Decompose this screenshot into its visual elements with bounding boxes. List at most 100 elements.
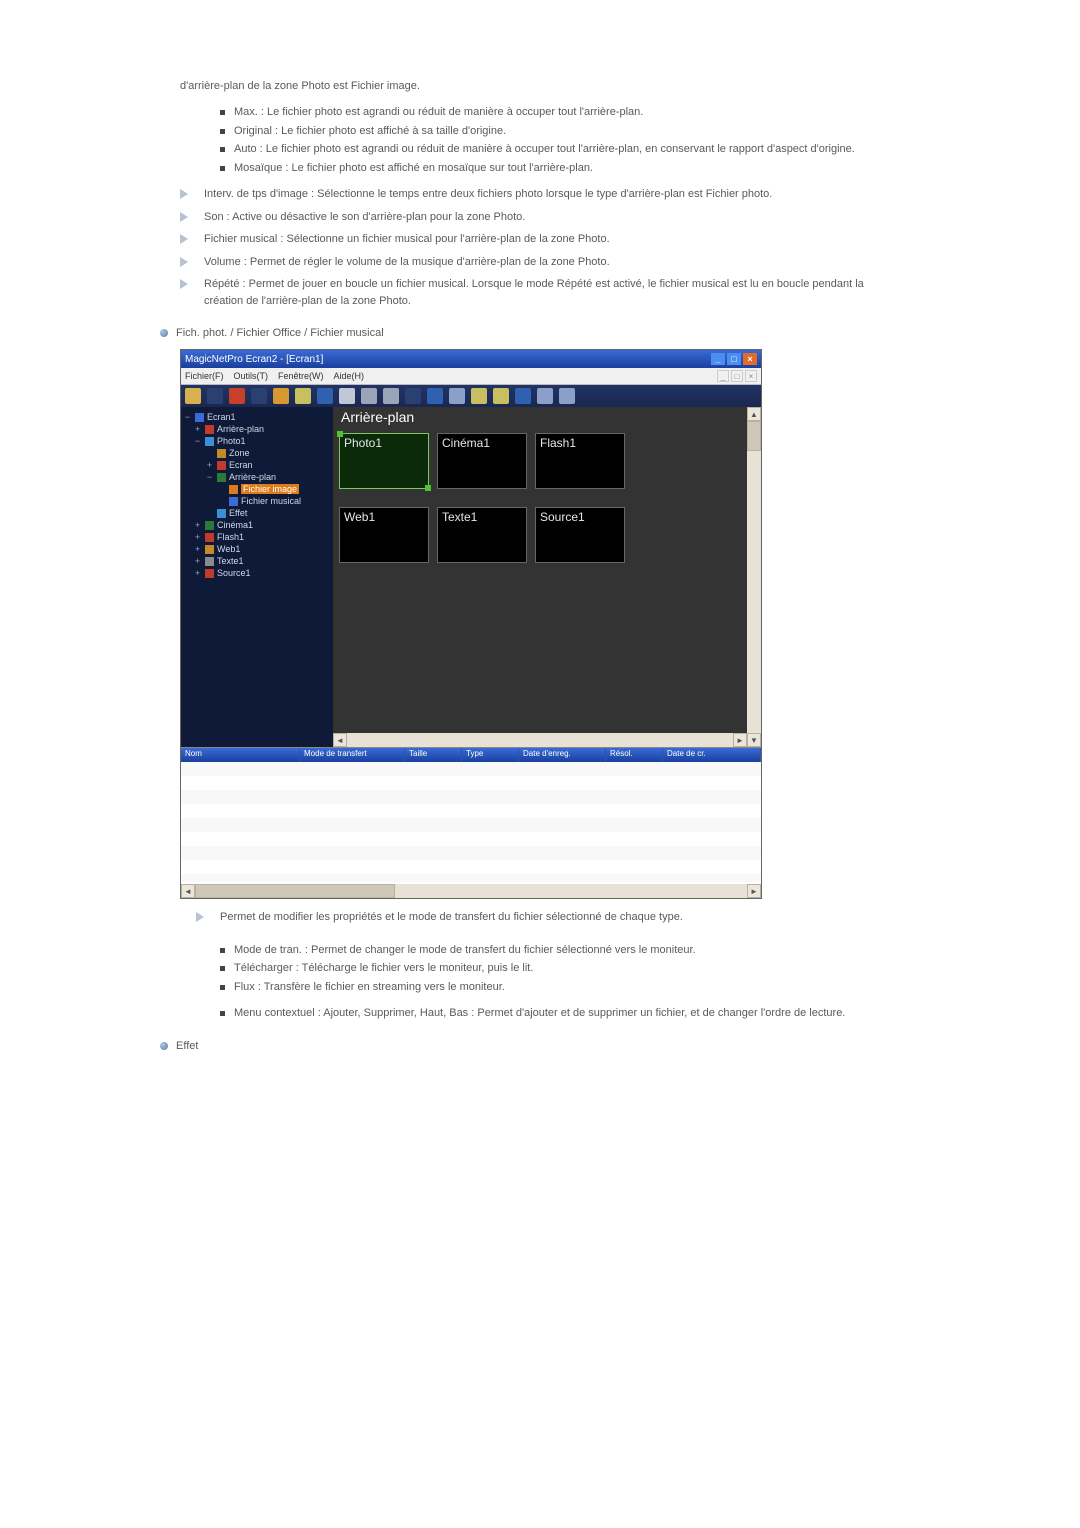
- tree-node[interactable]: Ecran1: [207, 412, 236, 422]
- horizontal-scrollbar[interactable]: ◄ ►: [333, 733, 747, 747]
- item-text: Répété : Permet de jouer en boucle un fi…: [204, 278, 864, 307]
- grid-horizontal-scrollbar[interactable]: ◄ ►: [181, 884, 761, 898]
- tree-node[interactable]: Arrière-plan: [217, 424, 264, 434]
- dot-icon: [160, 329, 168, 337]
- list-item: Télécharger : Télécharge le fichier vers…: [220, 960, 900, 977]
- tree-node[interactable]: Flash1: [217, 532, 244, 542]
- scroll-down-icon[interactable]: ▼: [747, 733, 761, 747]
- tree-node[interactable]: Ecran: [229, 460, 253, 470]
- list-item: Max. : Le fichier photo est agrandi ou r…: [220, 104, 900, 121]
- tree-node[interactable]: Photo1: [217, 436, 246, 446]
- list-item: Mode de tran. : Permet de changer le mod…: [220, 942, 900, 959]
- arrow-icon: [196, 912, 206, 922]
- sub-bullet-list-2b: Menu contextuel : Ajouter, Supprimer, Ha…: [180, 1005, 900, 1022]
- list-item: Répété : Permet de jouer en boucle un fi…: [180, 276, 900, 309]
- panel-title: Arrière-plan: [333, 407, 747, 427]
- mdi-restore-icon[interactable]: □: [731, 370, 743, 382]
- menubar[interactable]: Fichier(F) Outils(T) Fenêtre(W) Aide(H) …: [181, 368, 761, 385]
- arrow-icon: [180, 189, 190, 199]
- column-header[interactable]: Résol.: [606, 748, 663, 762]
- thumbnail[interactable]: Source1: [535, 507, 625, 563]
- scroll-left-icon[interactable]: ◄: [181, 884, 195, 898]
- tree-node[interactable]: Cinéma1: [217, 520, 253, 530]
- feature-list-2: Permet de modifier les propriétés et le …: [196, 909, 900, 926]
- mdi-minimize-icon[interactable]: _: [717, 370, 729, 382]
- toolbar-icon[interactable]: [515, 388, 531, 404]
- tree-panel[interactable]: −Ecran1 +Arrière-plan −Photo1 Zone +Ecra…: [181, 407, 333, 747]
- dot-icon: [160, 1042, 168, 1050]
- scroll-right-icon[interactable]: ►: [747, 884, 761, 898]
- toolbar-icon[interactable]: [185, 388, 201, 404]
- arrow-icon: [180, 257, 190, 267]
- minimize-button[interactable]: _: [711, 353, 725, 365]
- thumbnail[interactable]: Web1: [339, 507, 429, 563]
- menu-item[interactable]: Fenêtre(W): [278, 371, 324, 381]
- toolbar-icon[interactable]: [295, 388, 311, 404]
- toolbar-icon[interactable]: [427, 388, 443, 404]
- thumbnail-selected[interactable]: Photo1: [339, 433, 429, 489]
- column-header[interactable]: Nom: [181, 748, 300, 762]
- toolbar-icon[interactable]: [339, 388, 355, 404]
- subsection-heading: Effet: [160, 1040, 900, 1052]
- tree-node[interactable]: Effet: [229, 508, 247, 518]
- tree-node[interactable]: Arrière-plan: [229, 472, 276, 482]
- toolbar-icon[interactable]: [251, 388, 267, 404]
- subsection-heading: Fich. phot. / Fichier Office / Fichier m…: [160, 327, 900, 339]
- list-item: Son : Active ou désactive le son d'arriè…: [180, 209, 900, 226]
- toolbar-icon[interactable]: [449, 388, 465, 404]
- thumbnail[interactable]: Flash1: [535, 433, 625, 489]
- vertical-scrollbar[interactable]: ▲ ▼: [747, 407, 761, 747]
- tree-node[interactable]: Zone: [229, 448, 250, 458]
- scroll-handle[interactable]: [195, 884, 395, 898]
- toolbar-icon[interactable]: [383, 388, 399, 404]
- column-header[interactable]: Type: [462, 748, 519, 762]
- scroll-left-icon[interactable]: ◄: [333, 733, 347, 747]
- arrow-icon: [180, 279, 190, 289]
- scroll-up-icon[interactable]: ▲: [747, 407, 761, 421]
- close-button[interactable]: ×: [743, 353, 757, 365]
- toolbar-icon[interactable]: [273, 388, 289, 404]
- toolbar-icon[interactable]: [317, 388, 333, 404]
- list-item: Mosaïque : Le fichier photo est affiché …: [220, 160, 900, 177]
- column-header[interactable]: Taille: [405, 748, 462, 762]
- grid-header[interactable]: Nom Mode de transfert Taille Type Date d…: [181, 748, 761, 762]
- toolbar-icon[interactable]: [471, 388, 487, 404]
- column-header[interactable]: Date de cr.: [663, 748, 761, 762]
- list-item: Volume : Permet de régler le volume de l…: [180, 254, 900, 271]
- toolbar-icon[interactable]: [207, 388, 223, 404]
- toolbar-icon[interactable]: [537, 388, 553, 404]
- menu-item[interactable]: Aide(H): [334, 371, 365, 381]
- toolbar-icon[interactable]: [229, 388, 245, 404]
- item-text: Fichier musical : Sélectionne un fichier…: [204, 233, 610, 245]
- tree-node[interactable]: Web1: [217, 544, 240, 554]
- thumbnail[interactable]: Cinéma1: [437, 433, 527, 489]
- subsection-label: Fich. phot. / Fichier Office / Fichier m…: [176, 327, 384, 339]
- mdi-close-icon[interactable]: ×: [745, 370, 757, 382]
- tree-node-selected[interactable]: Fichier image: [241, 484, 299, 494]
- tree-node[interactable]: Texte1: [217, 556, 244, 566]
- toolbar-icon[interactable]: [405, 388, 421, 404]
- scroll-right-icon[interactable]: ►: [733, 733, 747, 747]
- intro-text: d'arrière-plan de la zone Photo est Fich…: [180, 80, 900, 92]
- titlebar[interactable]: MagicNetPro Ecran2 - [Ecran1] _ □ ×: [181, 350, 761, 368]
- thumbnails-area[interactable]: Photo1 Cinéma1 Flash1 Web1 Texte1 Source…: [333, 427, 747, 747]
- column-header[interactable]: Date d'enreg.: [519, 748, 606, 762]
- column-header[interactable]: Mode de transfert: [300, 748, 405, 762]
- tree-node[interactable]: Fichier musical: [241, 496, 301, 506]
- scroll-handle[interactable]: [747, 421, 761, 451]
- grid-rows[interactable]: [181, 762, 761, 882]
- maximize-button[interactable]: □: [727, 353, 741, 365]
- menu-item[interactable]: Outils(T): [234, 371, 269, 381]
- file-grid[interactable]: Nom Mode de transfert Taille Type Date d…: [181, 748, 761, 898]
- toolbar-icon[interactable]: [493, 388, 509, 404]
- bg-mode-list: Max. : Le fichier photo est agrandi ou r…: [180, 104, 900, 176]
- tree-node[interactable]: Source1: [217, 568, 251, 578]
- menu-item[interactable]: Fichier(F): [185, 371, 224, 381]
- list-item: Original : Le fichier photo est affiché …: [220, 123, 900, 140]
- list-item: Auto : Le fichier photo est agrandi ou r…: [220, 141, 900, 158]
- thumbnail[interactable]: Texte1: [437, 507, 527, 563]
- toolbar-icon[interactable]: [559, 388, 575, 404]
- toolbar-icon[interactable]: [361, 388, 377, 404]
- toolbar[interactable]: [181, 385, 761, 407]
- list-item: Menu contextuel : Ajouter, Supprimer, Ha…: [220, 1005, 900, 1022]
